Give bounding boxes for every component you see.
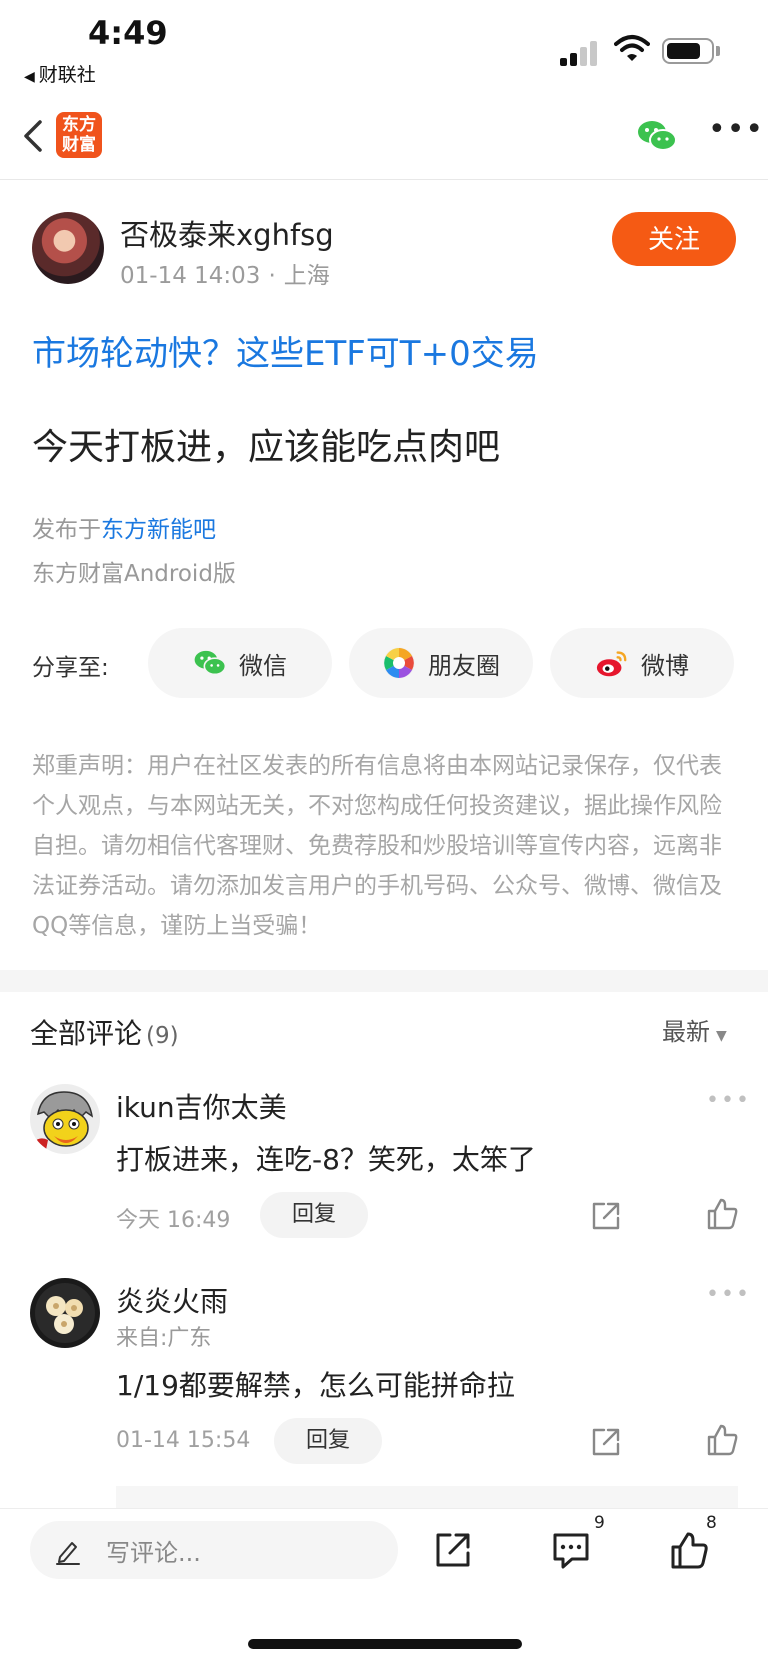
sort-dropdown[interactable]: 最新 ▼ <box>662 1012 727 1047</box>
forum-link[interactable]: 东方新能吧 <box>101 517 216 543</box>
share-weibo-button[interactable]: 微博 <box>550 628 734 698</box>
commenter-name[interactable]: ikun吉你太美 <box>116 1086 287 1126</box>
post-date: 01-14 14:03 <box>120 263 261 289</box>
status-time: 4:49 <box>88 14 168 52</box>
comment-input[interactable]: 写评论... <box>30 1521 398 1579</box>
app-logo: 东方 财富 <box>56 112 102 158</box>
comment-count-badge: 9 <box>594 1513 605 1533</box>
weibo-icon <box>596 651 627 677</box>
nested-replies-block <box>116 1486 738 1508</box>
comment-text: 1/19都要解禁，怎么可能拼命拉 <box>116 1369 515 1402</box>
share-label: 分享至: <box>32 655 109 681</box>
like-comment-icon[interactable] <box>704 1422 740 1458</box>
comments-title: 全部评论 (9) <box>30 1012 179 1052</box>
follow-button[interactable]: 关注 <box>612 212 736 266</box>
food-avatar-icon <box>35 1283 95 1343</box>
published-prefix: 发布于 <box>32 517 101 543</box>
promo-link[interactable]: 市场轮动快？这些ETF可T+0交易 <box>32 326 539 375</box>
comment-more-icon[interactable]: ••• <box>706 1088 751 1113</box>
comment-text: 打板进来，连吃-8？笑死，太笨了 <box>116 1143 536 1176</box>
author-meta: 01-14 14:03 · 上海 <box>120 256 330 290</box>
comment-more-icon[interactable]: ••• <box>706 1282 751 1307</box>
post-body: 今天打板进，应该能吃点肉吧 <box>32 427 501 468</box>
commenter-name[interactable]: 炎炎火雨 <box>116 1280 228 1320</box>
wechat-icon <box>194 650 227 676</box>
home-indicator[interactable] <box>248 1639 522 1649</box>
comment-avatar[interactable] <box>30 1084 100 1154</box>
like-count-badge: 8 <box>706 1513 717 1533</box>
comments-count: (9) <box>146 1023 179 1049</box>
like-comment-icon[interactable] <box>704 1196 740 1232</box>
wifi-icon <box>614 35 650 61</box>
battery-icon <box>662 38 714 64</box>
bottom-action-bar: 写评论... 9 8 <box>0 1508 768 1663</box>
author-avatar[interactable] <box>32 212 104 284</box>
share-weibo-label: 微博 <box>641 651 689 680</box>
comment-location: 来自:广东 <box>116 1326 212 1351</box>
comment-time: 01-14 15:54 <box>116 1428 251 1453</box>
back-app-label: 财联社 <box>38 64 96 86</box>
comment-icon[interactable] <box>550 1529 592 1571</box>
sort-label: 最新 <box>662 1018 710 1046</box>
cartoon-avatar-icon <box>34 1091 94 1150</box>
status-bar: 4:49 ◀ 财联社 <box>0 0 768 100</box>
reply-button[interactable]: 回复 <box>274 1418 382 1464</box>
app-logo-line1: 东方 <box>62 115 96 135</box>
cellular-signal-icon <box>560 38 600 66</box>
back-triangle-icon: ◀ <box>24 69 35 85</box>
section-divider <box>0 970 768 992</box>
thumbs-up-icon[interactable] <box>668 1529 710 1571</box>
meta-separator: · <box>268 263 276 289</box>
share-icon[interactable] <box>432 1529 474 1571</box>
more-options-icon[interactable]: ••• <box>708 115 763 146</box>
published-in: 发布于东方新能吧 <box>32 510 216 544</box>
comments-title-label: 全部评论 <box>30 1017 143 1050</box>
back-to-app-link[interactable]: ◀ 财联社 <box>24 60 96 87</box>
share-comment-icon[interactable] <box>588 1198 624 1234</box>
share-wechat-label: 微信 <box>239 651 287 680</box>
disclaimer: 郑重声明：用户在社区发表的所有信息将由本网站记录保存，仅代表个人观点，与本网站无… <box>32 753 722 939</box>
battery-tip <box>716 46 720 56</box>
share-wechat-button[interactable]: 微信 <box>148 628 332 698</box>
share-moments-button[interactable]: 朋友圈 <box>349 628 533 698</box>
moments-icon <box>383 647 415 679</box>
author-name[interactable]: 否极泰来xghfsg <box>120 212 334 254</box>
app-logo-line2: 财富 <box>62 135 96 155</box>
top-nav: 东方 财富 ••• <box>0 100 768 180</box>
share-comment-icon[interactable] <box>588 1424 624 1460</box>
share-moments-label: 朋友圈 <box>428 651 500 680</box>
back-arrow-icon[interactable] <box>16 114 56 158</box>
wechat-share-icon[interactable] <box>636 118 678 154</box>
comment-time: 今天 16:49 <box>116 1208 231 1233</box>
comment-avatar[interactable] <box>30 1278 100 1348</box>
post-platform: 东方财富Android版 <box>32 561 236 587</box>
caret-down-icon: ▼ <box>716 1028 727 1044</box>
reply-button[interactable]: 回复 <box>260 1192 368 1238</box>
post-location: 上海 <box>283 263 330 289</box>
pencil-icon <box>56 1542 80 1565</box>
